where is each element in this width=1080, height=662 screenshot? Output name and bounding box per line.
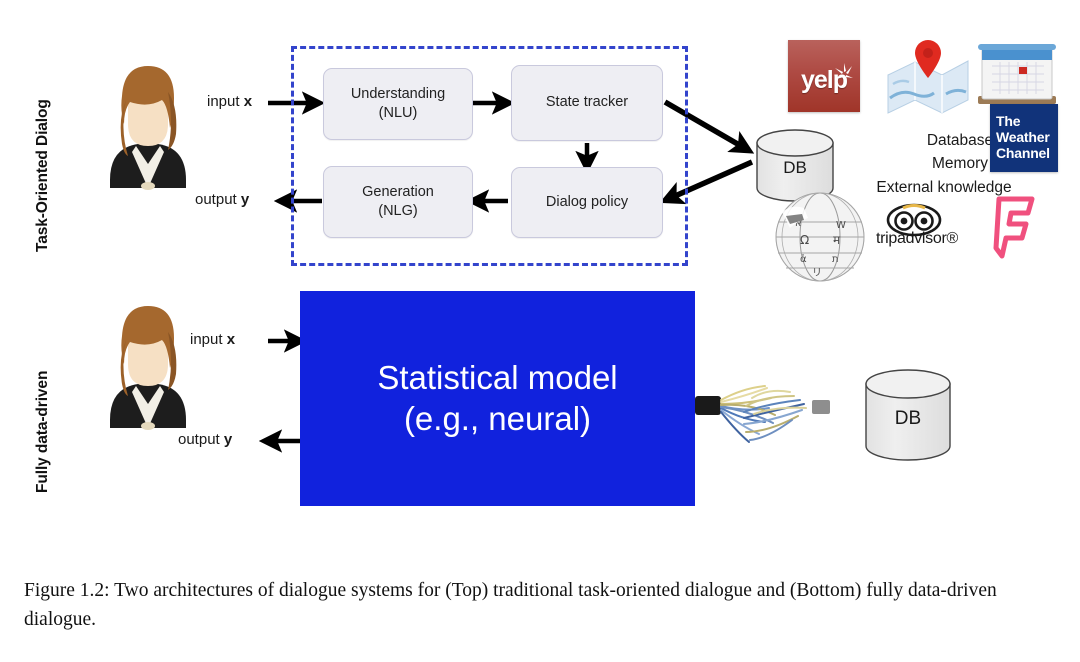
svg-text:ת: ת <box>832 254 839 265</box>
svg-text:Ω: Ω <box>800 233 809 247</box>
row-label-fully-data-driven: Fully data-driven <box>34 370 51 493</box>
db-label-top-text: DB <box>783 158 807 177</box>
foursquare-f-icon <box>993 196 1035 259</box>
calendar-logo <box>978 44 1056 104</box>
bottom-output-label: output y <box>178 431 233 448</box>
wikipedia-globe-logo: Ω म ἀ ת א W リ <box>775 192 865 282</box>
top-input-label: input x <box>207 93 253 110</box>
statistical-model-box[interactable]: Statistical model (e.g., neural) <box>300 291 695 506</box>
box-dialog-policy-line1: Dialog policy <box>545 193 629 210</box>
box-nlg[interactable]: Generation (NLG) <box>323 166 473 238</box>
box-state-tracker-line1: State tracker <box>545 94 629 111</box>
figure-caption: Figure 1.2: Two architectures of dialogu… <box>24 580 997 631</box>
row-label-task-oriented: Task-Oriented Dialog <box>34 99 51 252</box>
knowledge-line-3: External knowledge <box>876 178 1012 196</box>
box-nlu-line1: Understanding <box>350 85 446 102</box>
model-box-line2: (e.g., neural) <box>403 399 592 437</box>
weather-line-2: Weather <box>996 129 1050 146</box>
yelp-burst-icon <box>835 63 853 79</box>
map-pin-logo <box>887 40 969 114</box>
user-avatar-bottom <box>110 306 186 430</box>
tripadvisor-logo[interactable]: tripadvisor® <box>862 230 972 248</box>
weather-line-3: Channel <box>996 144 1050 161</box>
box-dialog-policy[interactable]: Dialog policy <box>511 167 663 238</box>
svg-text:W: W <box>836 220 846 231</box>
tripadvisor-wordmark: tripadvisor® <box>876 230 958 247</box>
svg-text:ἀ: ἀ <box>800 253 807 265</box>
db-label-bottom-text: DB <box>895 408 921 429</box>
weather-line-1: The <box>996 113 1021 130</box>
figure-canvas: Ω म ἀ ת א W リ DB DB Task-Oriented Dialog… <box>0 0 1080 662</box>
svg-text:म: म <box>833 233 841 247</box>
box-nlu-line2: (NLU) <box>378 105 418 121</box>
box-nlu[interactable]: Understanding (NLU) <box>323 68 473 140</box>
svg-text:リ: リ <box>812 268 822 279</box>
model-box-line1: Statistical model <box>377 359 618 397</box>
bottom-input-label: input x <box>190 331 236 348</box>
weather-channel-logo[interactable]: The Weather Channel <box>990 104 1058 172</box>
box-nlg-line2: (NLG) <box>378 203 418 219</box>
user-avatar-top <box>110 66 186 190</box>
box-state-tracker[interactable]: State tracker <box>511 65 663 141</box>
yelp-logo[interactable]: yelp <box>788 40 860 112</box>
top-output-label: output y <box>195 191 250 208</box>
cable-bundle-icon <box>695 385 830 443</box>
box-nlg-line1: Generation <box>362 183 434 200</box>
